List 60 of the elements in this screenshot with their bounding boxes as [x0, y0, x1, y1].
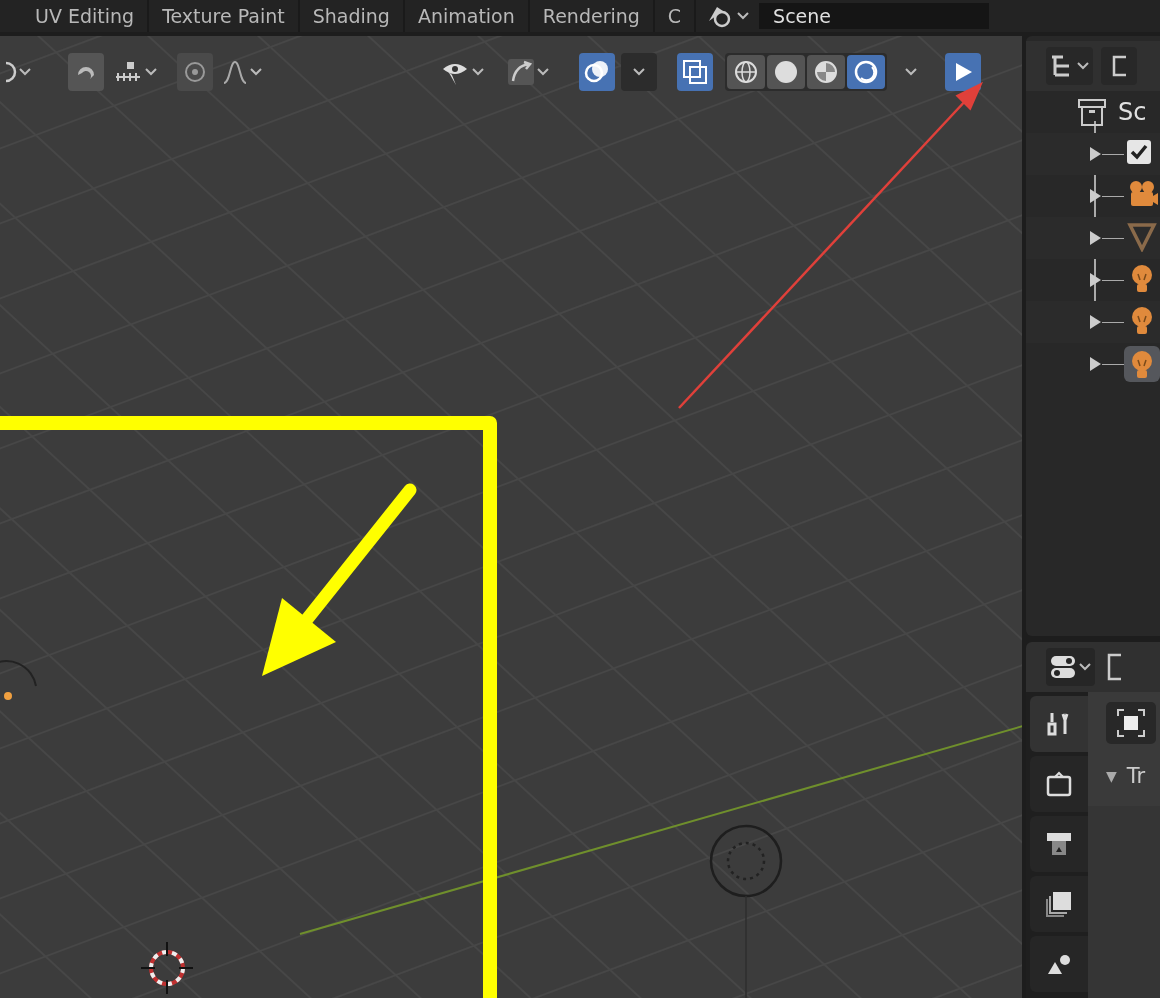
pivot-icon — [4, 59, 17, 85]
expand-arrow-icon[interactable] — [1088, 230, 1102, 246]
caret-icon — [1078, 662, 1092, 672]
xray-squares-icon — [682, 59, 708, 85]
workspace-tab[interactable]: Animation — [404, 0, 530, 32]
caret-icon — [249, 67, 263, 77]
overlays-toggle[interactable] — [579, 53, 615, 91]
xray-toggle[interactable] — [677, 53, 713, 91]
shading-mode-button[interactable] — [727, 55, 765, 89]
properties-tab[interactable] — [1030, 696, 1088, 752]
render-camera-icon — [1045, 770, 1073, 798]
caret-icon — [18, 67, 32, 77]
proportional-edit-icon — [182, 59, 208, 85]
workspace-tab[interactable]: Texture Paint — [149, 0, 300, 32]
falloff-curve-icon — [222, 59, 248, 85]
filter-button[interactable] — [1101, 47, 1137, 85]
active-tool-button[interactable] — [1106, 702, 1156, 744]
scene-name-field[interactable]: Scene — [759, 3, 990, 29]
checkbox-icon[interactable] — [1126, 139, 1152, 165]
display-mode-button[interactable] — [1046, 47, 1093, 85]
caret-icon — [632, 67, 646, 77]
panel-header[interactable]: ▼ Tr — [1106, 764, 1160, 788]
expand-arrow-icon[interactable] — [1088, 314, 1102, 330]
solid-sphere-icon — [773, 59, 799, 85]
properties-tab[interactable] — [1030, 876, 1088, 932]
editor-type-button[interactable] — [1046, 648, 1095, 686]
caret-icon — [471, 67, 485, 77]
overlays-menu-button[interactable] — [621, 53, 657, 91]
outliner-item-label[interactable]: Sc — [1118, 98, 1147, 126]
render-preview-button[interactable] — [945, 53, 981, 91]
collection-box-icon — [1076, 96, 1108, 128]
snap-toggle[interactable] — [68, 53, 104, 91]
3d-cursor-icon — [140, 941, 194, 995]
workspace-tab[interactable]: Shading — [299, 0, 405, 32]
workspace-tab[interactable]: Rendering — [529, 0, 655, 32]
wireframe-sphere-icon — [733, 59, 759, 85]
toggle-switches-icon — [1049, 654, 1077, 680]
shading-mode-button[interactable] — [767, 55, 805, 89]
properties-tab[interactable] — [1030, 756, 1088, 812]
expand-arrow-icon[interactable] — [1088, 272, 1102, 288]
expand-arrow-icon[interactable] — [1088, 356, 1102, 372]
caret-icon — [904, 67, 918, 77]
proportional-edit-toggle[interactable] — [177, 53, 213, 91]
printer-icon — [1045, 830, 1073, 858]
workspace-tab[interactable]: UV Editing — [22, 0, 150, 32]
rendered-sphere-icon — [853, 59, 879, 85]
caret-icon — [536, 67, 550, 77]
expand-arrow-icon[interactable] — [1088, 146, 1102, 162]
light-object-icon — [0, 660, 37, 700]
shading-mode-button[interactable] — [847, 55, 885, 89]
workspace-tab[interactable]: C — [654, 0, 697, 32]
caret-icon — [1076, 61, 1090, 71]
properties-tab[interactable] — [1030, 816, 1088, 872]
shading-mode-button[interactable] — [807, 55, 845, 89]
caret-icon — [736, 11, 751, 21]
material-sphere-icon — [813, 59, 839, 85]
caret-icon — [144, 67, 158, 77]
properties-tab[interactable] — [1030, 936, 1088, 992]
triangle-mesh-icon — [1126, 220, 1158, 252]
expand-arrow-icon[interactable] — [1088, 188, 1102, 204]
